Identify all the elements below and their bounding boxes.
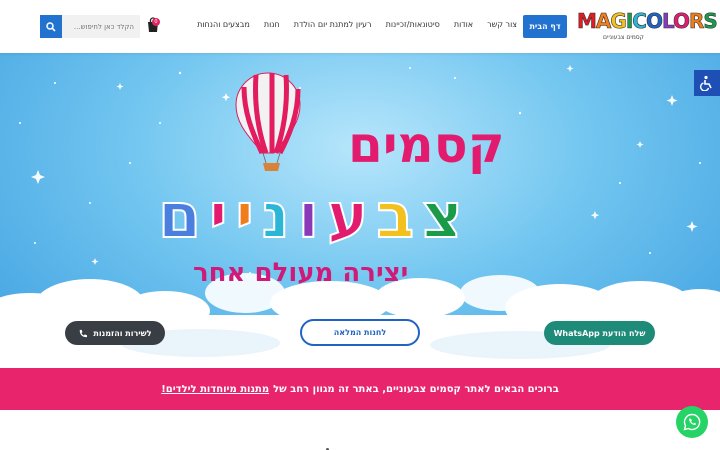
page: MAGICOLORS קסמים צבעוניים דף הבית מבצעים… [0, 0, 720, 450]
hero-banner: קסמים צבעוניים יצירה מעולם אחר שלח הודעת… [0, 53, 720, 368]
site-logo[interactable]: MAGICOLORS קסמים צבעוניים [577, 8, 718, 46]
nav-item-about[interactable]: אודות [454, 20, 473, 29]
search-input[interactable] [62, 15, 140, 38]
hero-title-line3: יצירה מעולם אחר [193, 258, 409, 288]
nav-item-contact[interactable]: צור קשר [487, 20, 517, 29]
nav-item-wholesale[interactable]: סיטונאות/זכיינות [386, 20, 440, 29]
whatsapp-icon [683, 413, 701, 431]
nav-item-deals[interactable]: מבצעים והנחות [197, 20, 250, 29]
search-button[interactable] [40, 15, 62, 38]
welcome-text: ברוכים הבאים לאתר קסמים צבעוניים, באתר ז… [273, 383, 559, 395]
logo-letter: M [577, 9, 597, 34]
hero-title-letter: ע [326, 179, 369, 253]
hero-title-line2: צבעוניים [155, 179, 466, 260]
search-icon [46, 21, 56, 32]
shop-button-label: לחנות המלאה [333, 328, 387, 337]
logo-letter: O [645, 9, 664, 34]
logo-letter: C [632, 9, 647, 34]
hero-title-letter: ם [157, 179, 202, 253]
nav-item-shop[interactable]: חנות [264, 20, 280, 29]
whatsapp-button-label: שלח הודעת WhatsApp [553, 328, 646, 338]
hero-title-letter: נ [261, 179, 291, 253]
services-orders-button[interactable]: לשירות והזמנות [65, 321, 165, 345]
hot-air-balloon-image [235, 72, 301, 171]
welcome-banner: ברוכים הבאים לאתר קסמים צבעוניים, באתר ז… [0, 368, 720, 410]
site-header: MAGICOLORS קסמים צבעוניים דף הבית מבצעים… [0, 0, 720, 53]
nav-item-birthday-gift[interactable]: רעיון למתנת יום הולדת [294, 20, 372, 29]
hero-title-letter: צ [421, 179, 464, 253]
special-gifts-link[interactable]: מתנות מיוחדות לילדים! [161, 384, 269, 395]
hero-title-letter: ו [297, 179, 320, 253]
logo-subtitle: קסמים צבעוניים [603, 34, 644, 41]
logo-letter: O [673, 9, 691, 34]
full-shop-button[interactable]: לחנות המלאה [300, 319, 420, 346]
logo-letter: L [661, 9, 675, 34]
logo-letter: G [610, 9, 627, 34]
logo-letter: R [689, 9, 705, 34]
accessibility-button[interactable] [694, 70, 720, 96]
main-nav: מבצעים והנחות חנות רעיון למתנת יום הולדת… [197, 20, 517, 29]
hero-title-letter: י [208, 179, 228, 253]
whatsapp-float-button[interactable] [676, 406, 708, 438]
hero-title-letter: ב [375, 179, 415, 253]
services-button-label: לשירות והזמנות [93, 328, 152, 338]
nav-home-button[interactable]: דף הבית [523, 15, 567, 38]
logo-letter: S [703, 9, 718, 34]
whatsapp-message-button[interactable]: שלח הודעת WhatsApp [544, 321, 655, 345]
cart-count-badge: 0 [152, 18, 160, 26]
phone-icon [80, 329, 88, 337]
hero-title-line1: קסמים [348, 116, 505, 174]
logo-letter: A [595, 9, 612, 34]
accessibility-icon [699, 75, 712, 91]
hero-title-letter: י [234, 179, 254, 253]
logo-text: MAGICOLORS [577, 8, 718, 34]
